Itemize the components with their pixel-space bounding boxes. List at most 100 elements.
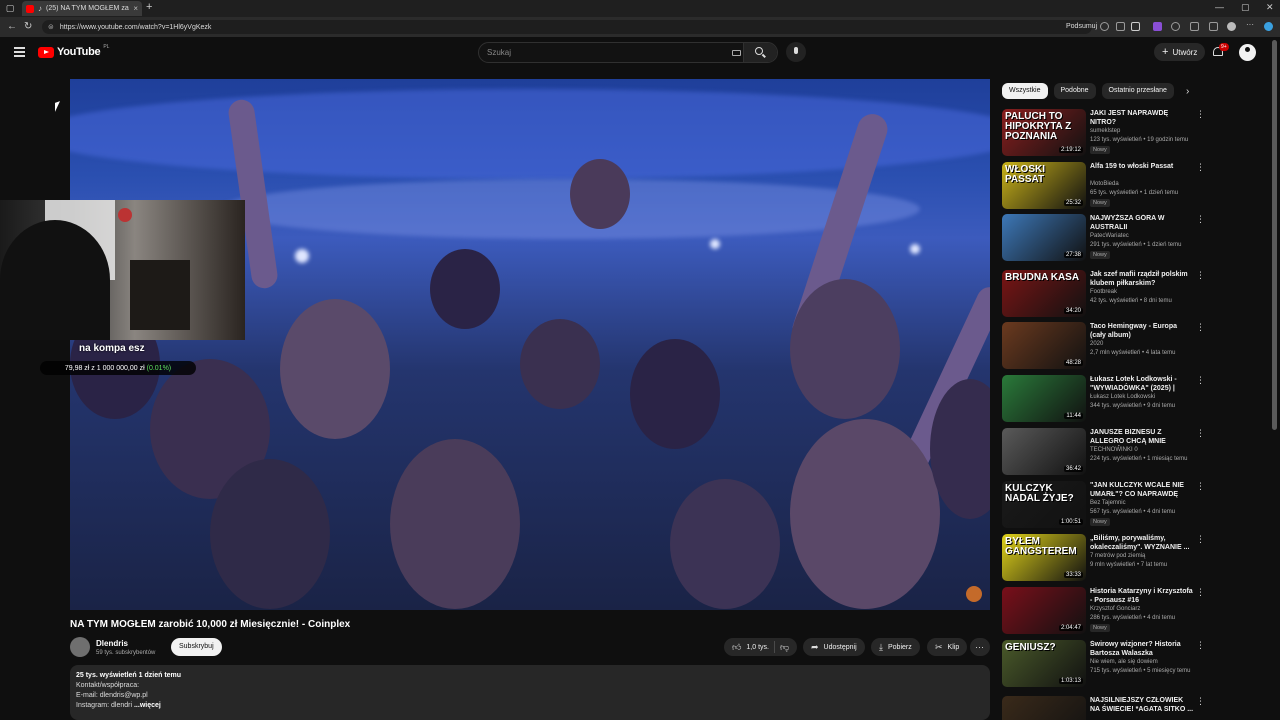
channel-watermark-icon[interactable] [966, 586, 982, 602]
chevron-right-icon[interactable]: › [1186, 86, 1189, 97]
dislike-icon[interactable]: 👎︎ [780, 642, 789, 653]
recommendation-channel[interactable]: PatecWariatec [1090, 233, 1129, 239]
more-vertical-icon[interactable]: ⋮ [1196, 270, 1205, 281]
bookmark-star-icon[interactable] [1131, 22, 1140, 31]
video-player[interactable] [70, 79, 990, 610]
more-vertical-icon[interactable]: ⋮ [1196, 214, 1205, 225]
search-button[interactable] [743, 43, 777, 62]
video-thumbnail[interactable]: 2:04:47 [1002, 587, 1086, 634]
video-thumbnail[interactable]: GENIUSZ? 1:03:13 [1002, 640, 1086, 687]
video-thumbnail[interactable]: KULCZYK NADAL ŻYJE? 1:00:51 [1002, 481, 1086, 528]
search-input[interactable]: Szukaj [487, 48, 511, 57]
recommendation-item[interactable]: BYŁEM GANGSTEREM 33:33 „Biliśmy, porywaliś… [1002, 534, 1205, 584]
voice-search-icon[interactable] [786, 42, 806, 62]
back-icon[interactable]: ← [7, 21, 17, 32]
recommendation-channel[interactable]: Footbreak [1090, 289, 1117, 295]
recommendation-channel[interactable]: 2020 [1090, 341, 1103, 347]
close-tab-icon[interactable]: × [133, 4, 138, 13]
video-thumbnail[interactable]: 36:42 [1002, 428, 1086, 475]
more-vertical-icon[interactable]: ⋮ [1196, 640, 1205, 651]
more-vertical-icon[interactable]: ⋮ [1196, 696, 1205, 707]
keyboard-icon[interactable] [732, 50, 741, 56]
more-vertical-icon[interactable]: ⋮ [1196, 162, 1205, 173]
recommendation-title[interactable]: Świrowy wizjoner? Historia Bartosza Wala… [1090, 640, 1194, 658]
translate-icon[interactable] [1100, 22, 1109, 31]
scrollbar[interactable] [1272, 40, 1277, 430]
more-vertical-icon[interactable]: ⋮ [1196, 322, 1205, 333]
video-thumbnail[interactable]: WŁOSKI PASSAT 25:32 [1002, 162, 1086, 209]
video-thumbnail[interactable] [1002, 696, 1086, 720]
recommendation-channel[interactable]: MotoBieda [1090, 181, 1119, 187]
url-field[interactable]: ⊜ https://www.youtube.com/watch?v=1Hl6yV… [42, 20, 1092, 34]
new-tab-icon[interactable]: + [146, 1, 152, 13]
chip-recent[interactable]: Ostatnio przesłane [1101, 83, 1174, 99]
recommendation-title[interactable]: Alfa 159 to włoski Passat [1090, 162, 1194, 171]
more-vertical-icon[interactable]: ⋮ [1196, 109, 1205, 120]
more-actions-button[interactable]: ··· [970, 638, 990, 656]
recommendation-channel[interactable]: sumeklstep [1090, 128, 1120, 134]
more-vertical-icon[interactable]: ⋮ [1196, 587, 1205, 598]
recommendation-channel[interactable]: Bez Tajemnic [1090, 500, 1126, 506]
extensions-puzzle-icon[interactable] [1190, 22, 1199, 31]
notifications-icon[interactable]: 9+ [1213, 43, 1229, 58]
recommendation-channel[interactable]: Łukasz Lotek Lodkowski [1090, 394, 1155, 400]
download-button[interactable]: ⤓ Pobierz [871, 638, 920, 656]
reload-icon[interactable]: ↻ [24, 21, 32, 32]
show-more-link[interactable]: ...więcej [134, 702, 161, 709]
recommendation-channel[interactable]: 7 metrów pod ziemią [1090, 553, 1145, 559]
like-icon[interactable]: 👍︎ [732, 642, 741, 653]
window-menu-icon[interactable]: ▢ [5, 3, 15, 13]
menu-icon[interactable] [14, 47, 25, 59]
recommendation-title[interactable]: NAJWYŻSZA GÓRA W AUSTRALII [1090, 214, 1194, 232]
recommendation-channel[interactable]: TECHNOWINKI 0 [1090, 447, 1138, 453]
subscribe-button[interactable]: Subskrybuj [171, 638, 222, 656]
profile-icon[interactable] [1227, 22, 1236, 31]
video-thumbnail[interactable]: PALUCH TO HIPOKRYTA Z POZNANIA 2:19:12 [1002, 109, 1086, 156]
recommendation-title[interactable]: „Biliśmy, porywaliśmy, okaleczaliśmy". W… [1090, 534, 1194, 552]
minimize-icon[interactable]: — [1215, 2, 1224, 12]
video-thumbnail[interactable]: BYŁEM GANGSTEREM 33:33 [1002, 534, 1086, 581]
more-vertical-icon[interactable]: ⋮ [1196, 534, 1205, 545]
video-thumbnail[interactable]: 48:28 [1002, 322, 1086, 369]
clip-button[interactable]: ✂ Klip [927, 638, 968, 656]
recommendation-title[interactable]: "JAN KULCZYK WCALE NIE UMARŁ"? CO NAPRAW… [1090, 481, 1194, 499]
more-vertical-icon[interactable]: ⋮ [1196, 428, 1205, 439]
more-options-icon[interactable]: ··· [1246, 20, 1255, 29]
reader-icon[interactable] [1116, 22, 1125, 31]
channel-name[interactable]: Dlendris [96, 639, 128, 648]
close-window-icon[interactable]: ✕ [1266, 2, 1274, 13]
video-thumbnail[interactable]: BRUDNA KASA 34:20 [1002, 270, 1086, 317]
recommendation-title[interactable]: NAJSILNIEJSZY CZŁOWIEK NA ŚWIECIE! *AGAT… [1090, 696, 1194, 714]
recommendation-title[interactable]: Łukasz Lotek Lodkowski - "WYWIADÓWKA" (2… [1090, 375, 1194, 393]
summarize-button[interactable]: Podsumuj [1066, 23, 1097, 30]
recommendation-title[interactable]: JANUSZE BIZNESU Z ALLEGRO CHCĄ MNIE UCIS… [1090, 428, 1194, 446]
account-avatar[interactable] [1239, 44, 1256, 61]
recommendation-item[interactable]: BRUDNA KASA 34:20 Jak szef mafii rządził p… [1002, 270, 1205, 320]
recommendation-channel[interactable]: Nie wiem, ale się dowiem [1090, 659, 1158, 665]
recommendation-item[interactable]: 48:28 Taco Hemingway - Europa (cały album… [1002, 322, 1205, 372]
speaker-icon[interactable]: ♪ [38, 4, 42, 13]
recommendation-item[interactable]: 2:04:47 Historia Katarzyny i Krzysztofa -… [1002, 587, 1205, 637]
recommendation-item[interactable]: 36:42 JANUSZE BIZNESU Z ALLEGRO CHCĄ MNIE… [1002, 428, 1205, 478]
recommendation-item[interactable]: GENIUSZ? 1:03:13 Świrowy wizjoner? Histori… [1002, 640, 1205, 690]
more-vertical-icon[interactable]: ⋮ [1196, 481, 1205, 492]
recommendation-title[interactable]: Historia Katarzyny i Krzysztofa - Porsau… [1090, 587, 1194, 605]
recommendation-item[interactable]: 27:38 NAJWYŻSZA GÓRA W AUSTRALII PatecWari… [1002, 214, 1205, 264]
video-thumbnail[interactable]: 11:44 [1002, 375, 1086, 422]
like-count[interactable]: 1,0 tys. [746, 644, 769, 651]
recommendation-item[interactable]: KULCZYK NADAL ŻYJE? 1:00:51 "JAN KULCZYK W… [1002, 481, 1205, 531]
recommendation-title[interactable]: Taco Hemingway - Europa (cały album) [1090, 322, 1194, 340]
browser-tab[interactable]: ♪ (25) NA TYM MOGŁEM zarobić × [22, 1, 142, 16]
recommendation-item[interactable]: NAJSILNIEJSZY CZŁOWIEK NA ŚWIECIE! *AGAT… [1002, 696, 1205, 720]
extension-icon[interactable] [1153, 22, 1162, 31]
recommendation-channel[interactable]: Krzysztof Gonciarz [1090, 606, 1140, 612]
copilot-icon[interactable] [1264, 22, 1273, 31]
recommendation-title[interactable]: Jak szef mafii rządził polskim klubem pi… [1090, 270, 1194, 288]
more-vertical-icon[interactable]: ⋮ [1196, 375, 1205, 386]
maximize-icon[interactable]: ▢ [1241, 2, 1250, 13]
chip-related[interactable]: Podobne [1053, 83, 1096, 99]
extension-2-icon[interactable] [1171, 22, 1180, 31]
channel-avatar[interactable] [70, 637, 90, 657]
create-button[interactable]: + Utwórz [1154, 43, 1206, 61]
chip-all[interactable]: Wszystkie [1002, 83, 1048, 99]
